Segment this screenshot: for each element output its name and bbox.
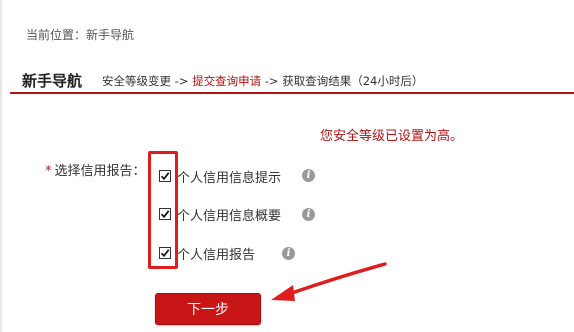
- report-select-label-text: 选择信用报告：: [54, 164, 146, 179]
- breadcrumb-current: 新手导航: [86, 28, 135, 42]
- breadcrumb: 当前位置：新手导航: [26, 26, 134, 43]
- step-submit-request: 提交查询申请: [192, 74, 262, 88]
- option-label: 个人信用信息概要: [177, 208, 282, 224]
- info-icon[interactable]: i: [302, 169, 315, 182]
- step-get-result: 获取查询结果（24小时后）: [282, 74, 424, 88]
- option-label: 个人信用报告: [177, 247, 256, 263]
- step-security-change: 安全等级变更: [102, 74, 171, 88]
- required-mark: *: [45, 164, 52, 179]
- step-separator: ->: [261, 74, 283, 88]
- header-divider: [10, 92, 574, 94]
- security-level-notice: 您安全等级已设置为高。: [320, 129, 464, 144]
- annotation-arrow-icon: [271, 262, 387, 301]
- report-select-label: * 选择信用报告：: [45, 160, 146, 179]
- info-icon[interactable]: i: [302, 208, 315, 221]
- step-indicator: 安全等级变更 -> 提交查询申请 -> 获取查询结果（24小时后）: [102, 73, 423, 89]
- next-step-button[interactable]: 下一步: [155, 293, 261, 325]
- breadcrumb-label: 当前位置：: [26, 28, 87, 42]
- step-separator: ->: [171, 74, 193, 88]
- left-border: [0, 0, 2, 332]
- page-title: 新手导航: [22, 72, 83, 90]
- annotation-highlight-box: [148, 151, 178, 269]
- option-label: 个人信用信息提示: [177, 170, 282, 186]
